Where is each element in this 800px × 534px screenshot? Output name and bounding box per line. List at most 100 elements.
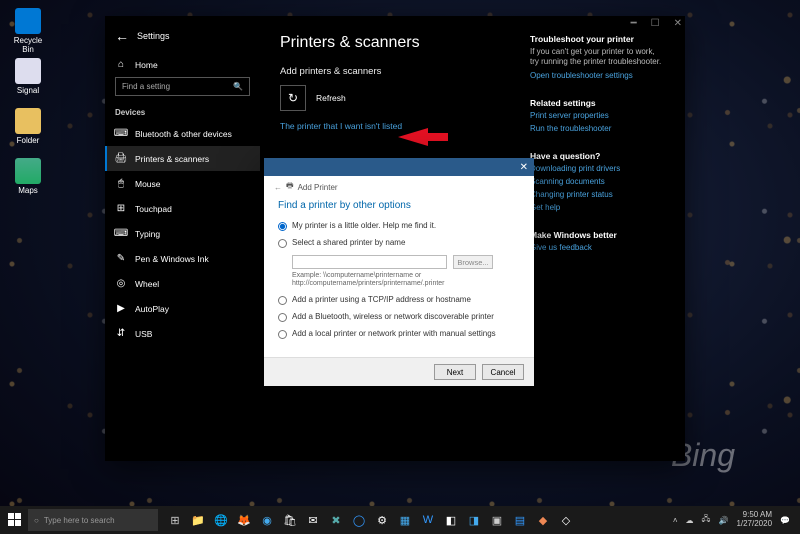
shared-printer-input[interactable] (292, 255, 447, 269)
tray-network-icon[interactable]: 🖧 (702, 513, 711, 527)
maximize-button[interactable]: ☐ (651, 18, 660, 29)
sidebar-item-touchpad[interactable]: ⊞Touchpad (105, 196, 260, 221)
opt-shared[interactable]: Select a shared printer by name (278, 238, 520, 248)
mouse-icon: 🖱 (115, 178, 127, 189)
taskbar-edge[interactable]: 🌐 (210, 509, 232, 531)
browse-button[interactable]: Browse... (453, 255, 493, 269)
next-button[interactable]: Next (434, 364, 476, 380)
q-help-link[interactable]: Get help (530, 203, 665, 212)
system-tray: ˄ ☁ 🖧 🔊 9:50 AM 1/27/2020 💬 (673, 511, 796, 529)
taskbar-mail[interactable]: ✉ (302, 509, 324, 531)
settings-right-column: Troubleshoot your printer If you can't g… (530, 34, 665, 443)
taskbar-clock[interactable]: 9:50 AM 1/27/2020 (736, 511, 772, 529)
windows-icon (8, 513, 22, 527)
taskbar-xbox[interactable]: ✖ (325, 509, 347, 531)
opt-older[interactable]: My printer is a little older. Help me fi… (278, 221, 520, 231)
taskbar-search[interactable]: ○ Type here to search (28, 509, 158, 531)
taskbar-app7[interactable]: ◇ (555, 509, 577, 531)
tray-chevron-icon[interactable]: ˄ (673, 516, 678, 525)
autoplay-icon: ▶ (115, 303, 127, 314)
minimize-button[interactable]: ━ (631, 18, 637, 29)
print-server-link[interactable]: Print server properties (530, 111, 665, 120)
taskbar-app5[interactable]: ▤ (509, 509, 531, 531)
better-heading: Make Windows better (530, 230, 665, 240)
run-troubleshooter-link[interactable]: Run the troubleshooter (530, 124, 665, 133)
tray-volume-icon[interactable]: 🔊 (718, 516, 728, 525)
question-heading: Have a question? (530, 151, 665, 161)
taskbar-app2[interactable]: ◧ (440, 509, 462, 531)
bluetooth-icon: ⌨ (115, 128, 127, 139)
printer-icon: 🖨 (115, 153, 127, 164)
chevron-left-icon[interactable]: ← (274, 183, 282, 192)
page-title: Printers & scanners (280, 34, 500, 52)
nav-home[interactable]: ⌂ Home (105, 52, 260, 77)
taskbar-app4[interactable]: ▣ (486, 509, 508, 531)
troubleshoot-text: If you can't get your printer to work, t… (530, 47, 665, 68)
add-printer-wizard: ✕ ← 🖶 Add Printer Find a printer by othe… (264, 158, 534, 386)
settings-search[interactable]: Find a setting 🔍 (115, 77, 250, 96)
printer-tiny-icon: 🖶 (286, 180, 294, 194)
taskbar-app1[interactable]: ▦ (394, 509, 416, 531)
taskbar-app3[interactable]: ◨ (463, 509, 485, 531)
start-button[interactable] (4, 509, 26, 531)
search-icon: ○ (34, 516, 39, 525)
close-button[interactable]: ✕ (674, 18, 682, 29)
sidebar-item-mouse[interactable]: 🖱Mouse (105, 171, 260, 196)
cancel-button[interactable]: Cancel (482, 364, 524, 380)
usb-icon: ⇵ (115, 328, 127, 339)
printer-not-listed-link[interactable]: The printer that I want isn't listed (280, 121, 500, 131)
sidebar-item-printers[interactable]: 🖨Printers & scanners (105, 146, 260, 171)
sidebar-item-autoplay[interactable]: ▶AutoPlay (105, 296, 260, 321)
desktop-icon-maps[interactable]: Maps (8, 158, 48, 195)
sidebar-item-pen[interactable]: ✎Pen & Windows Ink (105, 246, 260, 271)
taskbar-app6[interactable]: ◆ (532, 509, 554, 531)
q-drivers-link[interactable]: Downloading print drivers (530, 164, 665, 173)
desktop-icon-folder[interactable]: Folder (8, 108, 48, 145)
taskbar-firefox[interactable]: 🦊 (233, 509, 255, 531)
feedback-link[interactable]: Give us feedback (530, 243, 665, 252)
sidebar-section: Devices (105, 104, 260, 121)
desktop-icon-signal[interactable]: Signal (8, 58, 48, 95)
opt-local[interactable]: Add a local printer or network printer w… (278, 329, 520, 339)
wizard-close-button[interactable]: ✕ (520, 162, 528, 173)
taskbar-store[interactable]: 🛍 (279, 509, 301, 531)
wizard-titlebar: ✕ (264, 158, 534, 176)
refresh-button[interactable]: ↻ Refresh (280, 85, 500, 111)
refresh-icon: ↻ (288, 91, 298, 105)
tray-onedrive-icon[interactable]: ☁ (686, 516, 694, 525)
desktop-icon-recycle[interactable]: Recycle Bin (8, 8, 48, 54)
related-heading: Related settings (530, 98, 665, 108)
touchpad-icon: ⊞ (115, 203, 127, 214)
pen-icon: ✎ (115, 253, 127, 264)
wheel-icon: ◎ (115, 278, 127, 289)
troubleshoot-link[interactable]: Open troubleshooter settings (530, 71, 665, 80)
section-title: Add printers & scanners (280, 66, 500, 77)
opt-bluetooth[interactable]: Add a Bluetooth, wireless or network dis… (278, 312, 520, 322)
taskbar-chrome[interactable]: ◉ (256, 509, 278, 531)
sidebar-item-usb[interactable]: ⇵USB (105, 321, 260, 346)
annotation-arrow (398, 128, 428, 146)
taskbar: ○ Type here to search ⊞ 📁 🌐 🦊 ◉ 🛍 ✉ ✖ ◯ … (0, 506, 800, 534)
taskbar-settings[interactable]: ⚙ (371, 509, 393, 531)
opt-tcpip[interactable]: Add a printer using a TCP/IP address or … (278, 295, 520, 305)
q-scanning-link[interactable]: Scanning documents (530, 177, 665, 186)
window-controls: ━ ☐ ✕ (631, 18, 682, 29)
task-view-button[interactable]: ⊞ (164, 509, 186, 531)
taskbar-cortana[interactable]: ◯ (348, 509, 370, 531)
search-placeholder: Find a setting (122, 82, 170, 91)
notifications-icon[interactable]: 💬 (780, 516, 790, 525)
troubleshoot-heading: Troubleshoot your printer (530, 34, 665, 44)
taskbar-explorer[interactable]: 📁 (187, 509, 209, 531)
settings-sidebar: ← Settings ⌂ Home Find a setting 🔍 Devic… (105, 16, 260, 461)
sidebar-item-typing[interactable]: ⌨Typing (105, 221, 260, 246)
sidebar-item-bluetooth[interactable]: ⌨Bluetooth & other devices (105, 121, 260, 146)
back-icon[interactable]: ← (115, 28, 129, 44)
sidebar-item-wheel[interactable]: ◎Wheel (105, 271, 260, 296)
wizard-breadcrumb: ← 🖶 Add Printer (264, 176, 534, 196)
taskbar-word[interactable]: W (417, 509, 439, 531)
wizard-heading: Find a printer by other options (278, 200, 520, 211)
home-icon: ⌂ (115, 59, 127, 70)
settings-title: Settings (137, 31, 170, 41)
shared-example-text: Example: \\computername\printername or h… (292, 272, 520, 289)
q-status-link[interactable]: Changing printer status (530, 190, 665, 199)
